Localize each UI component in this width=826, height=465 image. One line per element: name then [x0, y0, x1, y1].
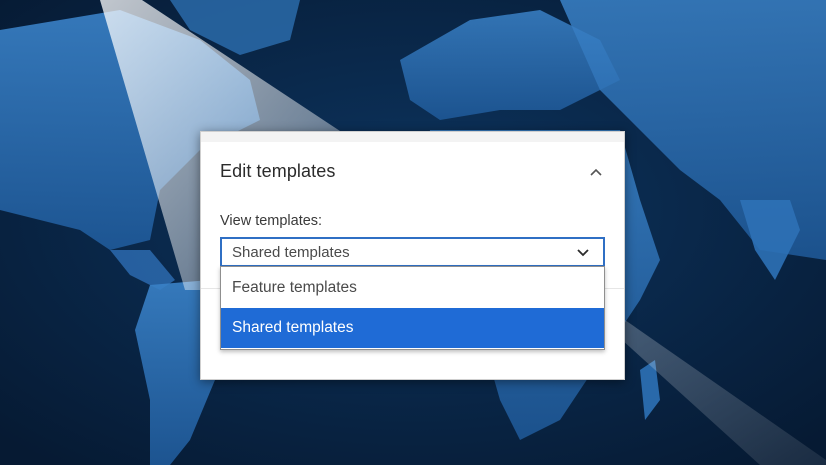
- view-templates-select[interactable]: Shared templates: [220, 237, 605, 267]
- view-templates-label: View templates:: [220, 213, 323, 229]
- panel-title: Edit templates: [220, 161, 336, 181]
- option-shared-templates[interactable]: Shared templates: [221, 308, 604, 348]
- chevron-up-icon: [590, 168, 602, 176]
- option-feature-templates[interactable]: Feature templates: [221, 268, 604, 308]
- select-value: Shared templates: [232, 244, 350, 261]
- view-templates-dropdown-list: Feature templates Shared templates: [220, 266, 605, 350]
- panel-top-strip: [201, 132, 624, 142]
- panel-header[interactable]: Edit templates: [201, 142, 624, 202]
- collapse-button[interactable]: [584, 160, 608, 184]
- chevron-down-icon: [575, 246, 591, 260]
